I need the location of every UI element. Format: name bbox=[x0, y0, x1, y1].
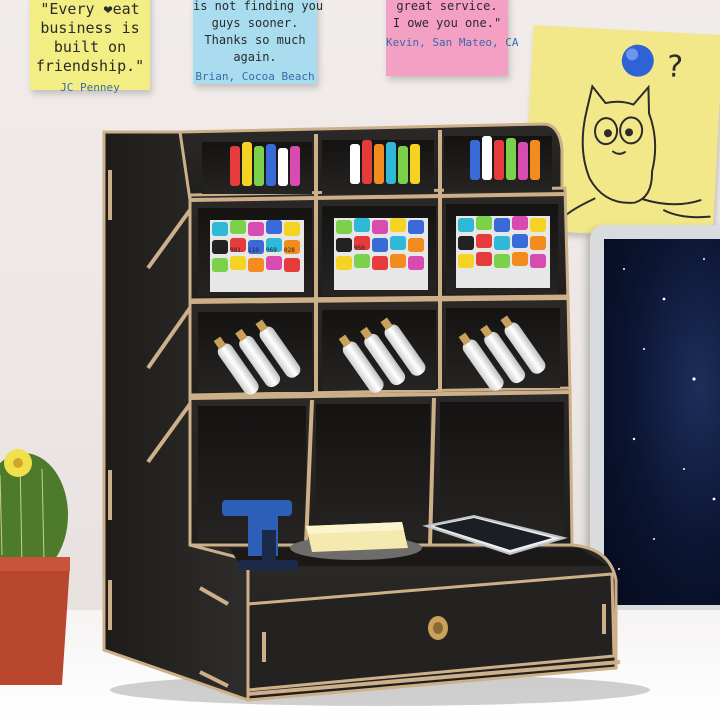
desk-organizer: 001 110 069 028 050 bbox=[102, 122, 650, 706]
sticky-pad-icon bbox=[306, 522, 408, 552]
product-photo-scene: "Every ❤eat business is built on friends… bbox=[0, 0, 720, 720]
marker-code-label: 050 bbox=[354, 245, 365, 252]
marker-code-label: 028 bbox=[284, 247, 295, 254]
drawer-knob-icon[interactable] bbox=[428, 616, 448, 640]
cactus-plant bbox=[0, 449, 70, 685]
marker-code-label: 001 bbox=[230, 247, 241, 254]
marker-code-label: 110 bbox=[248, 247, 259, 254]
marker-set-middle: 001 110 069 028 050 bbox=[210, 216, 550, 292]
flower-icon bbox=[4, 449, 32, 477]
marker-code-label: 069 bbox=[266, 247, 277, 254]
